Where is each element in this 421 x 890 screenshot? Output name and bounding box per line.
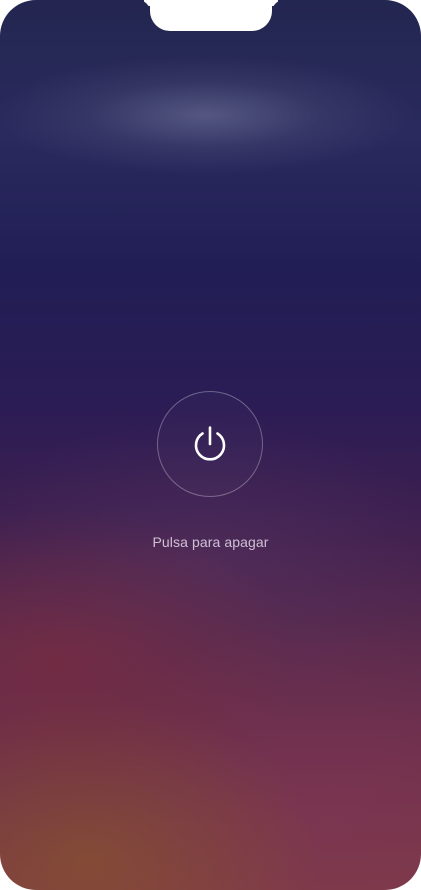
power-off-screen: Pulsa para apagar [0, 0, 421, 890]
power-icon [194, 426, 226, 461]
display-notch [150, 0, 272, 31]
power-off-button[interactable] [157, 391, 263, 497]
power-off-hint: Pulsa para apagar [152, 534, 269, 550]
